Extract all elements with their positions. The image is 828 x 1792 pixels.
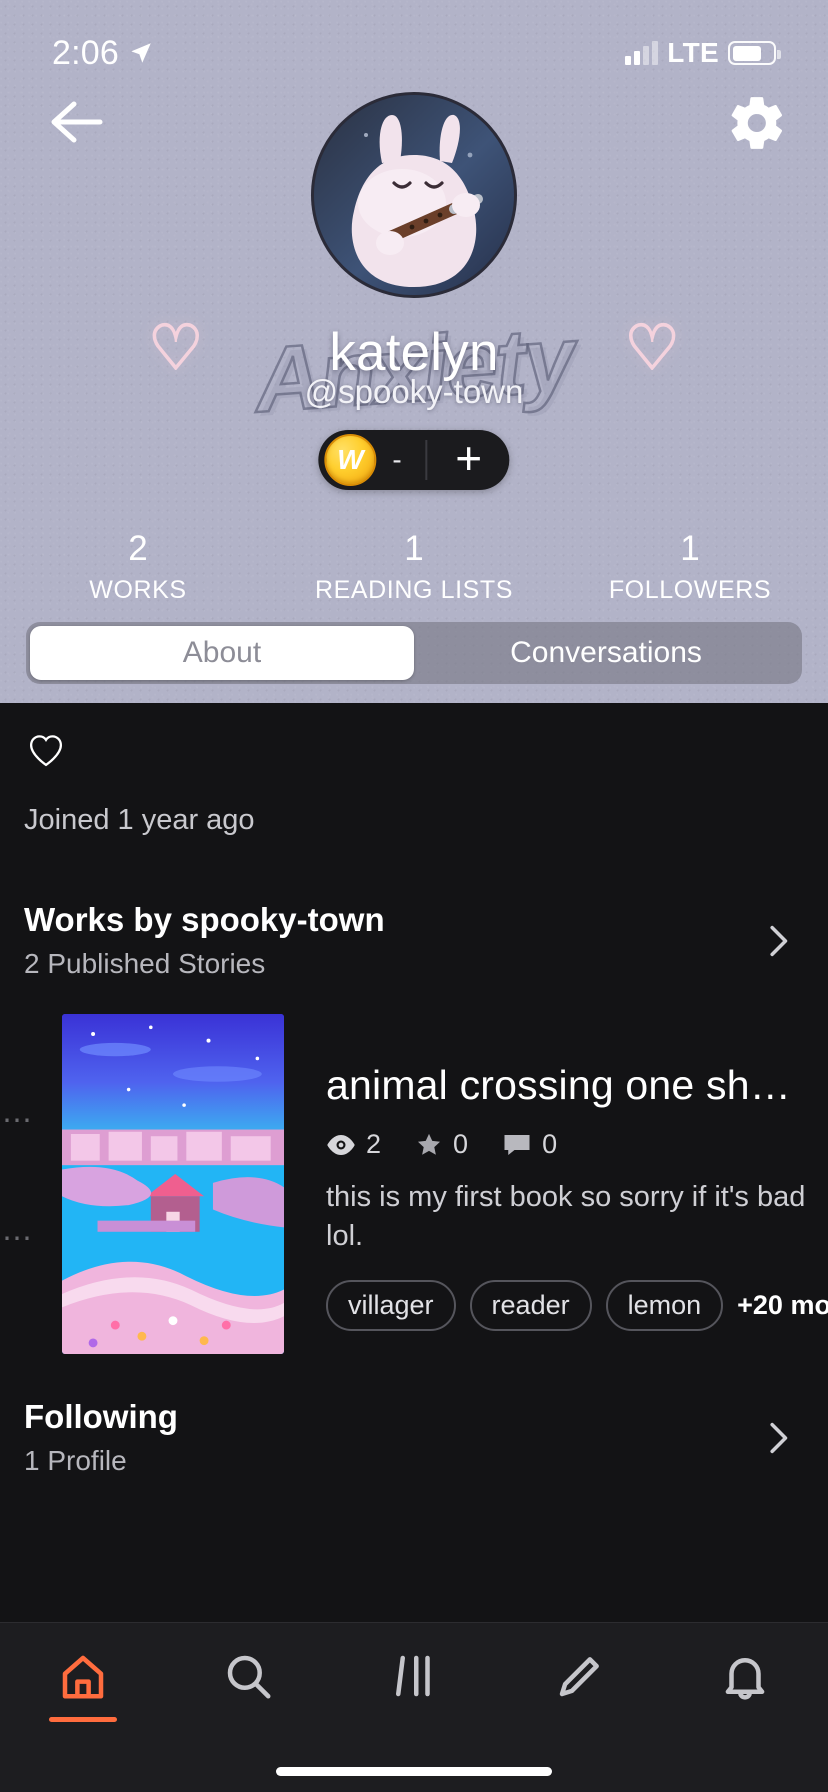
stat-value: 1 — [404, 529, 424, 568]
tags-more-label[interactable]: +20 more — [737, 1290, 828, 1321]
story-votes: 0 — [415, 1129, 468, 1160]
story-stats: 2 0 0 — [326, 1129, 808, 1160]
star-icon — [418, 1133, 441, 1155]
back-button[interactable] — [44, 94, 108, 150]
about-heart-row — [0, 703, 828, 776]
signal-bars-icon — [625, 41, 659, 65]
location-arrow-icon — [131, 43, 151, 63]
stat-value: 2 — [128, 529, 148, 568]
avatar[interactable] — [311, 92, 517, 298]
profile-header: 2:06 LTE Anxiety ♡ ♡ katelyn @spooky-tow… — [0, 0, 828, 703]
comment-icon — [504, 1134, 530, 1155]
following-section-text: Following 1 Profile — [24, 1398, 178, 1477]
works-section-text: Works by spooky-town 2 Published Stories — [24, 901, 385, 980]
coins-widget[interactable]: W - + — [318, 430, 510, 490]
write-pencil-icon — [559, 1657, 599, 1697]
reads-count: 2 — [366, 1129, 382, 1159]
stat-followers[interactable]: 1 FOLLOWERS — [552, 528, 828, 605]
tab-write[interactable] — [497, 1649, 663, 1703]
story-tags: villager reader lemon +20 more — [326, 1280, 828, 1332]
story-info: animal crossing one sh… 2 0 0 this is my… — [284, 1014, 828, 1354]
chevron-right-icon — [770, 1422, 788, 1453]
heart-outline-icon — [29, 735, 63, 767]
stat-value: 1 — [680, 529, 700, 568]
stat-label: WORKS — [89, 576, 187, 604]
coin-count: - — [392, 444, 402, 475]
home-icon — [62, 1655, 104, 1699]
story-cover[interactable] — [62, 1014, 284, 1354]
works-section-header[interactable]: Works by spooky-town 2 Published Stories — [0, 837, 828, 980]
notifications-bell-icon — [725, 1658, 765, 1700]
story-title[interactable]: animal crossing one sh… — [326, 1062, 808, 1109]
stat-label: FOLLOWERS — [608, 576, 772, 604]
battery-icon — [728, 41, 781, 65]
stat-works[interactable]: 2 WORKS — [0, 528, 276, 605]
network-label: LTE — [667, 37, 719, 68]
profile-tabs: About Conversations — [26, 622, 802, 684]
eye-icon — [327, 1134, 355, 1155]
search-icon — [228, 1655, 271, 1699]
carousel-peek-dots: ⋯ ⋯ — [2, 1104, 32, 1255]
stat-reading-lists[interactable]: 1 READING LISTS — [276, 528, 552, 605]
wattpad-profile-screen: 2:06 LTE Anxiety ♡ ♡ katelyn @spooky-tow… — [0, 0, 828, 1792]
wattpad-coin-icon: W — [324, 434, 377, 486]
stat-label: READING LISTS — [314, 576, 514, 604]
works-section-title: Works by spooky-town — [24, 901, 385, 938]
story-reads: 2 — [326, 1129, 381, 1160]
status-bar-right: LTE — [625, 37, 781, 69]
profile-handle: @spooky-town — [304, 373, 524, 410]
following-section-title: Following — [24, 1398, 178, 1435]
joined-date: Joined 1 year ago — [24, 804, 255, 836]
status-bar: 2:06 LTE — [0, 0, 828, 80]
tab-notifications[interactable] — [662, 1649, 828, 1703]
settings-button[interactable] — [726, 92, 788, 154]
bottom-tab-bar — [0, 1622, 828, 1792]
story-cover-animal-crossing-icon — [62, 1014, 284, 1354]
avatar-moomin-flute-icon — [314, 95, 514, 295]
comments-count: 0 — [542, 1129, 558, 1159]
following-section-subtitle: 1 Profile — [24, 1445, 127, 1476]
votes-count: 0 — [453, 1129, 469, 1159]
following-section-header[interactable]: Following 1 Profile — [0, 1354, 828, 1477]
gear-icon — [731, 97, 782, 149]
tag-chip[interactable]: reader — [469, 1280, 592, 1332]
tab-about[interactable]: About — [30, 626, 414, 680]
tab-home[interactable] — [0, 1649, 166, 1722]
library-icon — [395, 1655, 430, 1697]
tag-chip[interactable]: lemon — [605, 1280, 724, 1332]
add-coins-button[interactable]: + — [428, 430, 510, 490]
status-bar-left: 2:06 — [52, 34, 154, 73]
status-time: 2:06 — [52, 33, 119, 72]
tab-search[interactable] — [166, 1649, 332, 1703]
tab-library[interactable] — [331, 1649, 497, 1703]
back-arrow-icon — [51, 101, 103, 143]
tab-conversations[interactable]: Conversations — [414, 626, 798, 680]
tag-chip[interactable]: villager — [326, 1280, 456, 1332]
coin-balance[interactable]: W - — [318, 430, 425, 490]
profile-stats: 2 WORKS 1 READING LISTS 1 FOLLOWERS — [0, 528, 828, 605]
story-description: this is my first book so sorry if it's b… — [326, 1181, 806, 1253]
story-card[interactable]: ⋯ ⋯ animal crossing one sh… 2 0 0 this i… — [0, 980, 828, 1354]
chevron-right-icon — [770, 925, 788, 956]
story-comments: 0 — [502, 1129, 557, 1160]
active-tab-underline — [48, 1717, 117, 1722]
home-indicator — [276, 1767, 552, 1776]
works-section-subtitle: 2 Published Stories — [24, 948, 266, 979]
